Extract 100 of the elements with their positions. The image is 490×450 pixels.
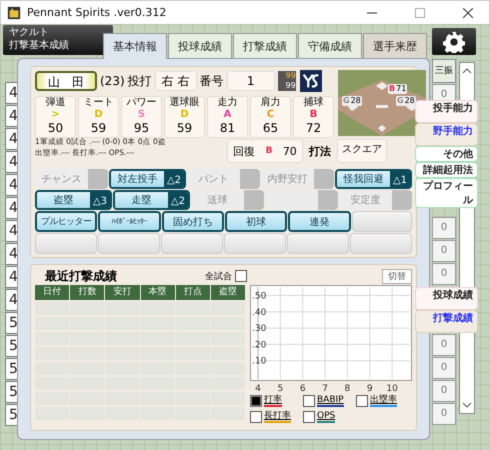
stat-label: 走力 bbox=[218, 97, 238, 109]
ability-button[interactable]: 走塁 bbox=[115, 192, 168, 208]
column-header: 日付 bbox=[35, 285, 70, 300]
table-cell: 0 bbox=[432, 403, 456, 425]
table-cell: 0 bbox=[432, 380, 456, 402]
checkbox[interactable] bbox=[235, 270, 247, 282]
table-cell: 0 bbox=[432, 240, 456, 262]
stat-value: 59 bbox=[90, 121, 106, 136]
side-tab[interactable]: その他 bbox=[415, 146, 478, 162]
ability-button[interactable]: 対左投手 bbox=[111, 171, 164, 187]
scroll-down-icon[interactable] bbox=[462, 402, 472, 408]
app-icon bbox=[7, 6, 21, 20]
stat-value: 65 bbox=[262, 121, 278, 136]
ability-button[interactable]: 連発 bbox=[288, 211, 351, 232]
ability-button[interactable]: 盗塁 bbox=[37, 192, 90, 208]
legend-label: 打率 bbox=[264, 395, 282, 407]
close-icon[interactable] bbox=[463, 8, 473, 18]
stat-label: 肩力 bbox=[260, 97, 280, 109]
ability-level bbox=[392, 190, 412, 210]
legend-label: BABIP bbox=[317, 395, 344, 407]
tab[interactable]: 守備成績 bbox=[298, 33, 362, 58]
ability-level: △2 bbox=[168, 192, 188, 208]
column-header: 盗塁 bbox=[210, 285, 246, 300]
side-tab[interactable]: 投球成績 bbox=[415, 287, 478, 310]
ability-button[interactable]: 初球 bbox=[224, 211, 288, 232]
tab[interactable]: 打撃成績 bbox=[233, 33, 297, 58]
batting-style-value: スクエア bbox=[337, 139, 387, 163]
ability-level: △3 bbox=[90, 192, 110, 208]
settings-icon bbox=[443, 30, 465, 52]
y-tick-label: .20 bbox=[252, 340, 266, 350]
tab[interactable]: 基本情報 bbox=[103, 33, 167, 59]
ability-level bbox=[240, 169, 260, 189]
switch-button[interactable]: 切替 bbox=[382, 268, 412, 284]
y-tick-label: .40 bbox=[252, 308, 266, 318]
side-tab[interactable]: 野手能力 bbox=[415, 123, 478, 146]
stat-label: パワー bbox=[126, 97, 156, 109]
recovery-value: 70 bbox=[282, 144, 297, 158]
stat-value: 50 bbox=[48, 121, 64, 136]
stat-label: 選球眼 bbox=[170, 97, 200, 109]
stat-grade: D bbox=[180, 109, 189, 121]
stat-label: 捕球 bbox=[304, 97, 324, 109]
checkbox[interactable] bbox=[250, 411, 262, 423]
tab[interactable]: 投球成績 bbox=[168, 33, 232, 58]
checkbox[interactable] bbox=[303, 411, 315, 423]
x-tick-label: 8 bbox=[344, 384, 350, 393]
side-tab[interactable]: 打撃成績 bbox=[415, 310, 478, 333]
table-cell: 0 bbox=[432, 334, 456, 356]
x-tick-label: 9 bbox=[366, 384, 373, 393]
ability-button[interactable]: プルヒッター bbox=[35, 211, 98, 232]
checkbox-label: 全試合 bbox=[205, 270, 232, 282]
ability-level bbox=[314, 169, 334, 189]
x-tick-label: 10 bbox=[386, 384, 398, 393]
player-name: 山 田 bbox=[35, 71, 97, 91]
ability-button[interactable]: ﾊｲﾎﾞｰﾙﾋｯﾀｰ bbox=[98, 211, 161, 232]
stat-grade: D bbox=[94, 109, 103, 121]
throws-bats-label: 投打 bbox=[128, 72, 152, 90]
stat-value: 81 bbox=[220, 121, 236, 136]
stat-label: 弾道 bbox=[46, 97, 66, 109]
player-age: (23) bbox=[100, 74, 125, 88]
table-cell: 0 bbox=[432, 357, 456, 379]
ability-level: △2 bbox=[164, 171, 184, 187]
stat-grade: C bbox=[266, 109, 274, 121]
throws-bats-value: 右 右 bbox=[154, 71, 197, 91]
legend-label: 長打率 bbox=[264, 411, 291, 423]
stat-grade: A bbox=[224, 109, 232, 121]
column-header: 安打 bbox=[105, 285, 140, 300]
stat-value: 72 bbox=[306, 121, 322, 136]
ability-button[interactable]: 固め打ち bbox=[162, 211, 224, 232]
team-name: ヤクルト bbox=[9, 26, 50, 39]
batting-style-label: 打法 bbox=[309, 144, 331, 158]
side-tab[interactable]: 詳細起用法 bbox=[415, 162, 478, 178]
uniform-number: 1 bbox=[226, 71, 275, 91]
stat-grade: > bbox=[51, 109, 60, 121]
side-tab[interactable]: プロフィール bbox=[415, 178, 478, 208]
column-header: 三振 bbox=[432, 59, 456, 83]
window-title: Pennant Spirits .ver0.312 bbox=[27, 6, 168, 19]
ability-button[interactable]: 怪我回避 bbox=[337, 171, 390, 187]
checkbox[interactable] bbox=[356, 395, 368, 407]
ability-level bbox=[244, 190, 264, 210]
stat-value: 95 bbox=[134, 121, 150, 136]
column-header: 打数 bbox=[70, 285, 104, 300]
checkbox[interactable] bbox=[250, 395, 262, 407]
x-tick-label: 6 bbox=[300, 384, 306, 393]
number-label: 番号 bbox=[200, 72, 224, 90]
recovery-grade: B bbox=[266, 146, 272, 156]
checkbox[interactable] bbox=[303, 395, 315, 407]
ability-level: △1 bbox=[390, 171, 410, 187]
y-tick-label: .30 bbox=[252, 324, 266, 334]
y-tick-label: .10 bbox=[252, 356, 266, 367]
section-title: 最近打撃成績 bbox=[45, 268, 117, 284]
tab[interactable]: 選手来歴 bbox=[363, 33, 427, 58]
column-header: 打点 bbox=[176, 285, 210, 300]
x-tick-label: 4 bbox=[255, 384, 261, 393]
settings-button[interactable] bbox=[432, 28, 476, 55]
stat-value: 59 bbox=[176, 121, 192, 136]
legend-label: 出塁率 bbox=[370, 395, 397, 407]
team-logo-icon bbox=[298, 70, 323, 92]
scroll-up-icon[interactable] bbox=[462, 68, 472, 74]
x-tick-label: 5 bbox=[277, 384, 284, 393]
legend-label: OPS bbox=[317, 411, 336, 423]
